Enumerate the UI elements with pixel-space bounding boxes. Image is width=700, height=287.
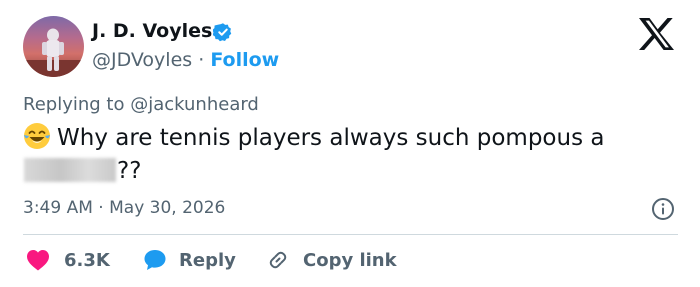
reply-mention-link[interactable]: @jackunheard (130, 94, 259, 115)
copy-link-label: Copy link (303, 249, 397, 271)
divider (23, 234, 678, 235)
face-with-tears-of-joy-icon (24, 123, 50, 149)
like-count: 6.3K (64, 249, 110, 271)
author-name[interactable]: J. D. Voyles (92, 20, 212, 42)
censored-word (24, 158, 116, 182)
verified-badge-icon (213, 23, 232, 42)
tweet-card: J. D. Voyles @JDVoyles · Follow Replying… (0, 0, 700, 287)
speech-bubble-icon (144, 250, 166, 270)
x-logo-icon[interactable] (637, 17, 675, 51)
tweet-text: Why are tennis players always such pompo… (23, 122, 673, 188)
avatar[interactable] (23, 16, 84, 77)
tweet-text-after: ?? (117, 158, 142, 184)
reply-prefix: Replying to (23, 94, 125, 115)
handle-separator: · (198, 49, 205, 71)
tweet-time[interactable]: 3:49 AM (23, 198, 93, 218)
heart-icon (27, 250, 49, 271)
link-icon (269, 251, 287, 269)
info-icon[interactable] (651, 197, 675, 221)
handle-row: @JDVoyles · Follow (92, 49, 279, 71)
copy-link-button[interactable]: Copy link (266, 246, 397, 274)
tweet-text-before: Why are tennis players always such pompo… (57, 125, 605, 151)
timestamp[interactable]: 3:49 AM · May 30, 2026 (23, 198, 225, 218)
reply-context: Replying to @jackunheard (23, 94, 259, 115)
follow-button[interactable]: Follow (210, 49, 279, 71)
author-handle[interactable]: @JDVoyles (92, 49, 192, 71)
timestamp-separator: · (98, 198, 104, 218)
tweet-date[interactable]: May 30, 2026 (109, 198, 225, 218)
reply-label: Reply (179, 249, 236, 271)
reply-button[interactable]: Reply (143, 246, 236, 274)
like-button[interactable]: 6.3K (26, 246, 110, 274)
